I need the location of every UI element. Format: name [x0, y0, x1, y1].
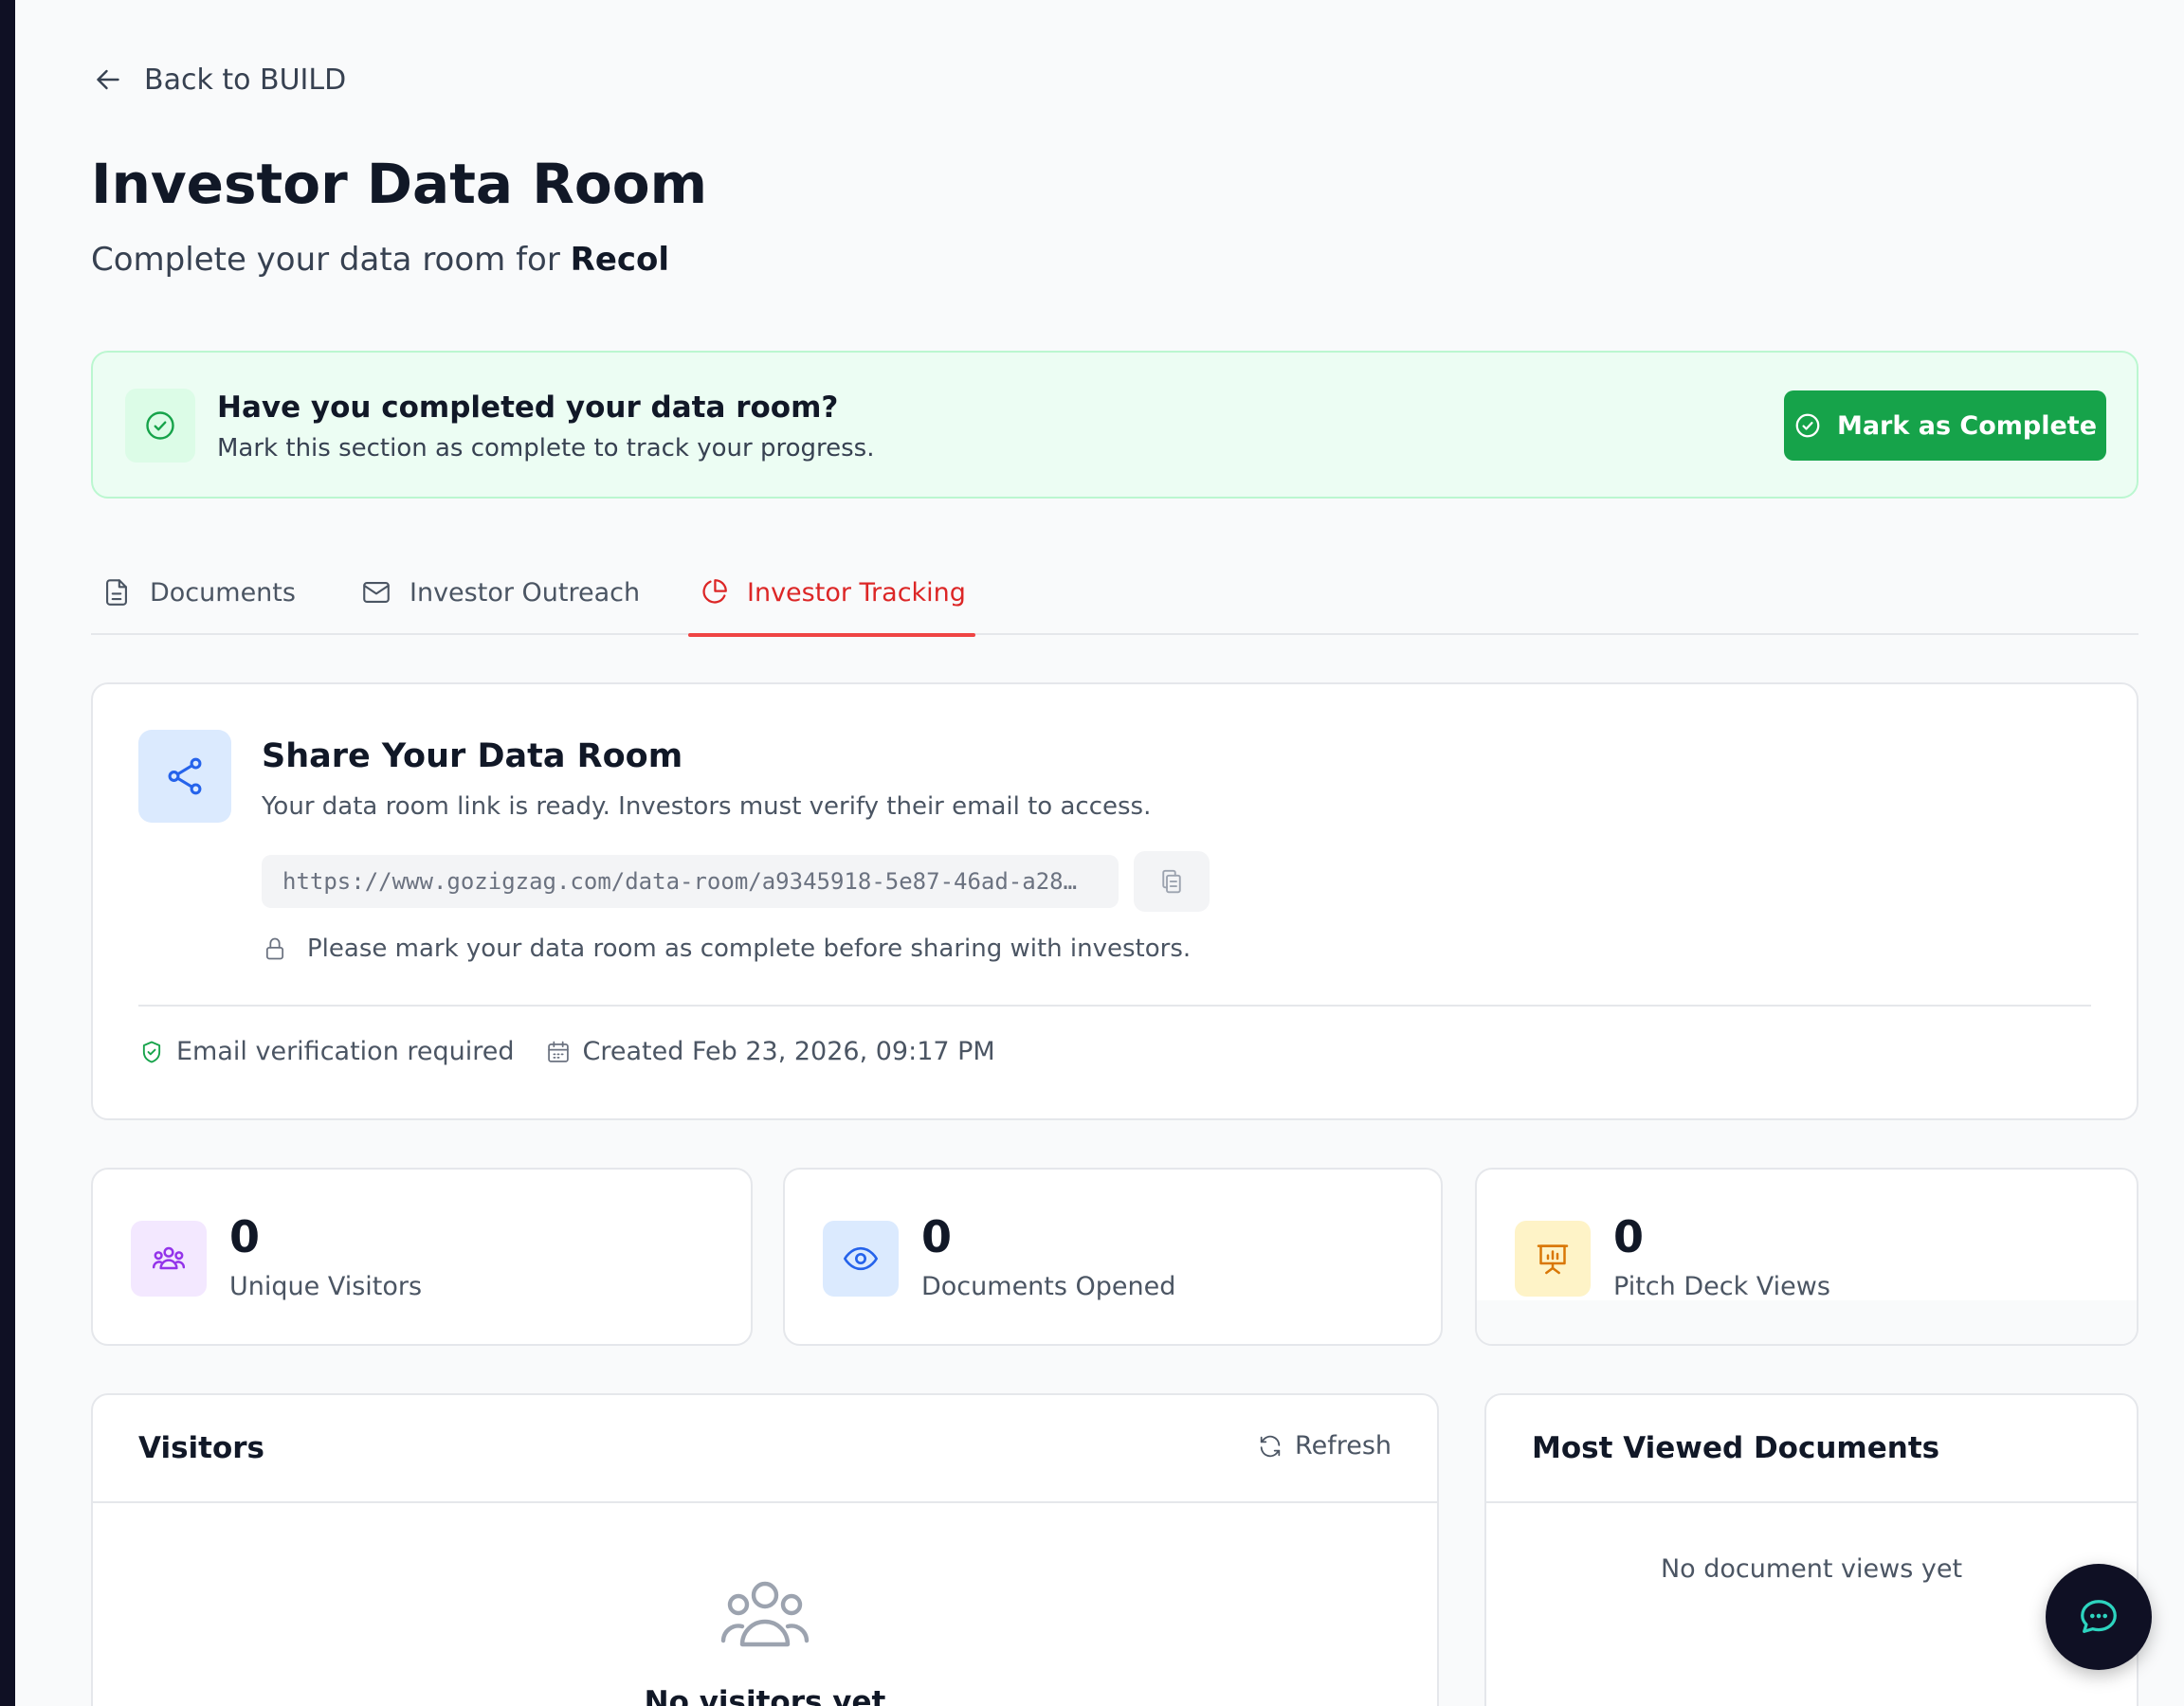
- tab-documents[interactable]: Documents: [100, 550, 296, 635]
- email-verification-meta: Email verification required: [138, 1037, 515, 1066]
- refresh-icon: [1260, 1435, 1281, 1457]
- shield-check-icon: [142, 1041, 161, 1062]
- users-icon: [720, 1581, 810, 1647]
- created-text: Created Feb 23, 2026, 09:17 PM: [582, 1037, 995, 1066]
- copy-link-button[interactable]: [1134, 851, 1210, 912]
- banner-title: Have you completed your data room?: [217, 390, 839, 425]
- lock-icon: [265, 937, 284, 960]
- mail-icon: [363, 582, 390, 603]
- document-icon: [106, 579, 127, 606]
- stat-value: 0: [229, 1211, 261, 1262]
- most-viewed-documents-panel: Most Viewed Documents No document views …: [1484, 1393, 2138, 1706]
- share-title: Share Your Data Room: [262, 737, 683, 775]
- arrow-left-icon: [97, 69, 119, 90]
- stat-label: Unique Visitors: [229, 1272, 423, 1301]
- mark-complete-button[interactable]: Mark as Complete: [1784, 390, 2106, 461]
- divider: [138, 1005, 2091, 1007]
- most-viewed-title: Most Viewed Documents: [1532, 1431, 1940, 1465]
- lock-note: Please mark your data room as complete b…: [262, 935, 1191, 963]
- data-room-link-field[interactable]: https://www.gozigzag.com/data-room/a9345…: [262, 855, 1119, 908]
- share-data-room-card: Share Your Data Room Your data room link…: [91, 682, 2138, 1120]
- share-meta: Email verification required Created Feb …: [138, 1037, 995, 1066]
- users-icon: [131, 1221, 207, 1297]
- documents-panel-header: Most Viewed Documents: [1486, 1395, 2137, 1503]
- banner-description: Mark this section as complete to track y…: [217, 434, 875, 463]
- stat-label: Documents Opened: [921, 1272, 1176, 1301]
- chat-button[interactable]: [2046, 1564, 2152, 1670]
- stat-value: 0: [1613, 1211, 1645, 1262]
- pie-chart-icon: [702, 579, 727, 604]
- back-link[interactable]: Back to BUILD: [91, 63, 346, 97]
- visitors-panel-header: Visitors Refresh: [93, 1395, 1437, 1503]
- tab-label: Investor Tracking: [747, 577, 966, 608]
- stat-card-unique-visitors: 0 Unique Visitors: [91, 1168, 753, 1346]
- visitors-panel: Visitors Refresh No visitors yet: [91, 1393, 1439, 1706]
- lock-note-text: Please mark your data room as complete b…: [307, 935, 1192, 963]
- refresh-label: Refresh: [1295, 1431, 1392, 1461]
- calendar-icon: [547, 1041, 569, 1062]
- eye-icon: [823, 1221, 899, 1297]
- created-meta: Created Feb 23, 2026, 09:17 PM: [545, 1037, 995, 1066]
- completion-banner: Have you completed your data room? Mark …: [91, 351, 2138, 499]
- documents-empty-text: No document views yet: [1660, 1554, 1963, 1584]
- copy-icon: [1162, 869, 1181, 894]
- tab-bar: Documents Investor Outreach Investor Tra…: [91, 550, 2138, 637]
- stat-card-documents-opened: 0 Documents Opened: [783, 1168, 1443, 1346]
- tab-investor-tracking[interactable]: Investor Tracking: [688, 550, 975, 637]
- check-circle-icon: [125, 389, 195, 463]
- share-description: Your data room link is ready. Investors …: [262, 792, 1152, 821]
- visitors-empty-title: No visitors yet: [644, 1685, 886, 1706]
- chat-bubble-icon: [2081, 1600, 2117, 1633]
- share-icon: [138, 730, 231, 823]
- stat-card-pitch-deck-views: 0 Pitch Deck Views: [1475, 1168, 2138, 1346]
- stat-label: Pitch Deck Views: [1613, 1272, 1830, 1301]
- check-circle-icon: [1795, 413, 1820, 438]
- page-subtitle: Complete your data room for Recol: [91, 241, 669, 279]
- tab-investor-outreach[interactable]: Investor Outreach: [360, 550, 640, 635]
- page: Back to BUILD Investor Data Room Complet…: [15, 0, 2184, 1706]
- stat-value: 0: [921, 1211, 953, 1262]
- refresh-button[interactable]: Refresh: [1257, 1431, 1392, 1461]
- email-verification-text: Email verification required: [176, 1037, 515, 1066]
- back-link-label: Back to BUILD: [144, 63, 347, 97]
- mark-complete-label: Mark as Complete: [1836, 410, 2098, 441]
- subtitle-prefix: Complete your data room for: [91, 241, 560, 279]
- tab-label: Investor Outreach: [410, 577, 641, 608]
- presentation-icon: [1515, 1221, 1591, 1297]
- company-name: Recol: [570, 241, 670, 279]
- page-title: Investor Data Room: [91, 152, 708, 216]
- visitors-title: Visitors: [138, 1431, 265, 1465]
- tab-label: Documents: [150, 577, 296, 608]
